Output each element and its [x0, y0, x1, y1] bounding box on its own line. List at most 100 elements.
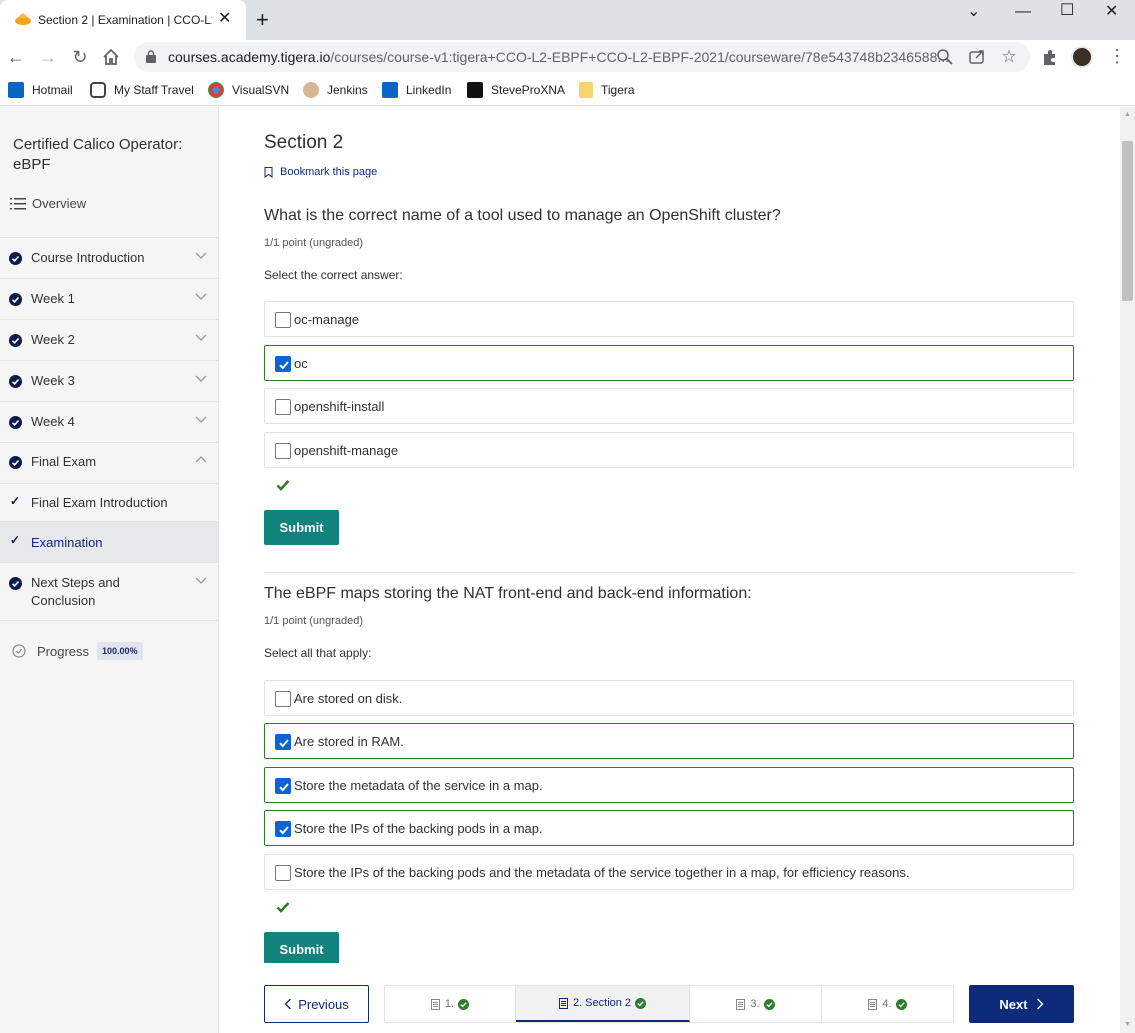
sidebar-item-week-2[interactable]: Week 2 [0, 319, 218, 360]
bookmark-page-button[interactable]: Bookmark this page [264, 166, 377, 178]
sidebar-item-week-3[interactable]: Week 3 [0, 360, 218, 401]
bookmark-tigera[interactable]: Tigera [579, 80, 635, 100]
overview-link[interactable]: Overview [10, 196, 86, 211]
tab-search-chevron-icon[interactable]: ⌄ [967, 4, 980, 20]
extensions-icon[interactable] [1041, 48, 1059, 66]
sidebar-item-examination[interactable]: ✓ Examination [0, 521, 218, 562]
sequence-item-3[interactable]: 3. [690, 986, 822, 1022]
checkbox[interactable] [275, 443, 291, 459]
forward-icon[interactable]: → [37, 46, 59, 68]
complete-check-icon [895, 998, 907, 1010]
correct-check-icon [276, 902, 290, 913]
checkbox[interactable] [275, 399, 291, 415]
sidebar-item-next-steps[interactable]: Next Steps and Conclusion [0, 562, 218, 621]
option-label: openshift-install [294, 399, 385, 414]
bookmarks-bar: Hotmail My Staff Travel VisualSVN Jenkin… [0, 74, 1135, 106]
reload-icon[interactable]: ↻ [69, 46, 91, 68]
question-divider [264, 572, 1074, 573]
completed-check-icon [9, 456, 22, 469]
answer-option[interactable]: Store the metadata of the service in a m… [264, 767, 1074, 803]
sequence-item-4[interactable]: 4. [822, 986, 953, 1022]
document-icon [868, 998, 878, 1010]
zoom-icon[interactable] [936, 48, 954, 66]
sidebar-item-course-introduction[interactable]: Course Introduction [0, 237, 218, 278]
checkbox[interactable] [275, 865, 291, 881]
back-icon[interactable]: ← [5, 46, 27, 68]
submit-button[interactable]: Submit [264, 510, 339, 545]
bookmark-icon [264, 166, 273, 178]
new-tab-icon[interactable]: + [256, 8, 269, 32]
checkbox[interactable] [275, 691, 291, 707]
bookmark-label: My Staff Travel [114, 83, 194, 97]
checkbox[interactable] [275, 821, 291, 837]
course-sidebar: Certified Calico Operator: eBPF Overview… [0, 107, 219, 1033]
home-icon[interactable] [101, 47, 121, 67]
sequence-item-2[interactable]: 2. Section 2 [516, 986, 690, 1022]
page-scrollbar[interactable]: ▲ ▼ [1120, 107, 1135, 1033]
previous-button[interactable]: Previous [264, 985, 369, 1023]
sidebar-item-label: Final Exam [31, 454, 97, 469]
address-bar[interactable]: courses.academy.tigera.io/courses/course… [134, 42, 1030, 72]
checkmark-icon [279, 361, 289, 370]
bookmark-star-icon[interactable]: ☆ [1000, 48, 1018, 66]
answer-option[interactable]: openshift-install [264, 388, 1074, 424]
next-button[interactable]: Next [969, 985, 1074, 1023]
close-tab-icon[interactable]: ✕ [218, 10, 231, 28]
submit-button[interactable]: Submit [264, 932, 339, 963]
bookmark-visualsvn[interactable]: VisualSVN [208, 80, 289, 100]
answer-option[interactable]: oc-manage [264, 301, 1074, 337]
visualsvn-icon [208, 82, 224, 98]
bookmark-hotmail[interactable]: Hotmail [8, 80, 73, 100]
sidebar-item-week-1[interactable]: Week 1 [0, 278, 218, 319]
answer-option[interactable]: Are stored on disk. [264, 680, 1074, 716]
question-points: 1/1 point (ungraded) [264, 237, 364, 249]
answer-option[interactable]: Store the IPs of the backing pods in a m… [264, 810, 1074, 846]
course-title: Certified Calico Operator: eBPF [13, 136, 183, 173]
scroll-thumb[interactable] [1122, 141, 1133, 301]
document-icon [736, 998, 746, 1010]
outlook-icon [8, 82, 24, 98]
bookmark-jenkins[interactable]: Jenkins [303, 80, 368, 100]
answer-option[interactable]: openshift-manage [264, 432, 1074, 468]
sidebar-item-label: Course Introduction [31, 250, 145, 265]
completed-check-icon [9, 577, 22, 590]
checkbox[interactable] [275, 312, 291, 328]
browser-menu-icon[interactable]: ⋮ [1108, 46, 1126, 66]
profile-avatar[interactable] [1071, 46, 1093, 68]
answer-option[interactable]: Store the IPs of the backing pods and th… [264, 854, 1074, 890]
progress-indicator[interactable]: Progress 100.00% [12, 642, 143, 660]
bookmark-linkedin[interactable]: LinkedIn [382, 80, 451, 100]
browser-tab[interactable]: Section 2 | Examination | CCO-L2 ✕ [0, 0, 246, 40]
check-icon: ✓ [10, 494, 21, 508]
bookmark-label: Jenkins [327, 83, 368, 97]
checkbox[interactable] [275, 356, 291, 372]
chevron-left-icon [284, 998, 292, 1010]
checkbox[interactable] [275, 778, 291, 794]
sidebar-item-final-exam-introduction[interactable]: ✓ Final Exam Introduction [0, 483, 218, 521]
sidebar-item-final-exam[interactable]: Final Exam [0, 442, 218, 483]
bookmark-my-staff-travel[interactable]: My Staff Travel [90, 80, 194, 100]
page-title: Section 2 [264, 132, 344, 153]
overview-label: Overview [32, 196, 87, 211]
jenkins-icon [303, 82, 319, 98]
sidebar-item-week-4[interactable]: Week 4 [0, 401, 218, 442]
scroll-down-icon[interactable]: ▼ [1124, 1021, 1131, 1028]
option-label: Store the IPs of the backing pods and th… [294, 865, 910, 880]
checkbox[interactable] [275, 734, 291, 750]
answer-option[interactable]: Are stored in RAM. [264, 723, 1074, 759]
sequence-item-label: 3. [750, 998, 760, 1010]
bookmark-steveproxna[interactable]: SteveProXNA [467, 80, 565, 100]
bookmark-page-label: Bookmark this page [280, 166, 378, 178]
minimize-icon[interactable]: — [1015, 4, 1031, 20]
scroll-up-icon[interactable]: ▲ [1124, 111, 1131, 118]
complete-check-icon [635, 997, 647, 1009]
close-window-icon[interactable]: ✕ [1105, 4, 1118, 20]
chevron-down-icon [195, 252, 207, 259]
maximize-icon[interactable]: ☐ [1060, 3, 1074, 19]
option-label: Are stored in RAM. [294, 734, 404, 749]
travel-icon [90, 82, 106, 98]
share-icon[interactable] [968, 48, 986, 66]
sequence-item-1[interactable]: 1. [385, 986, 516, 1022]
answer-option[interactable]: oc [264, 345, 1074, 381]
question-title: What is the correct name of a tool used … [264, 207, 781, 224]
